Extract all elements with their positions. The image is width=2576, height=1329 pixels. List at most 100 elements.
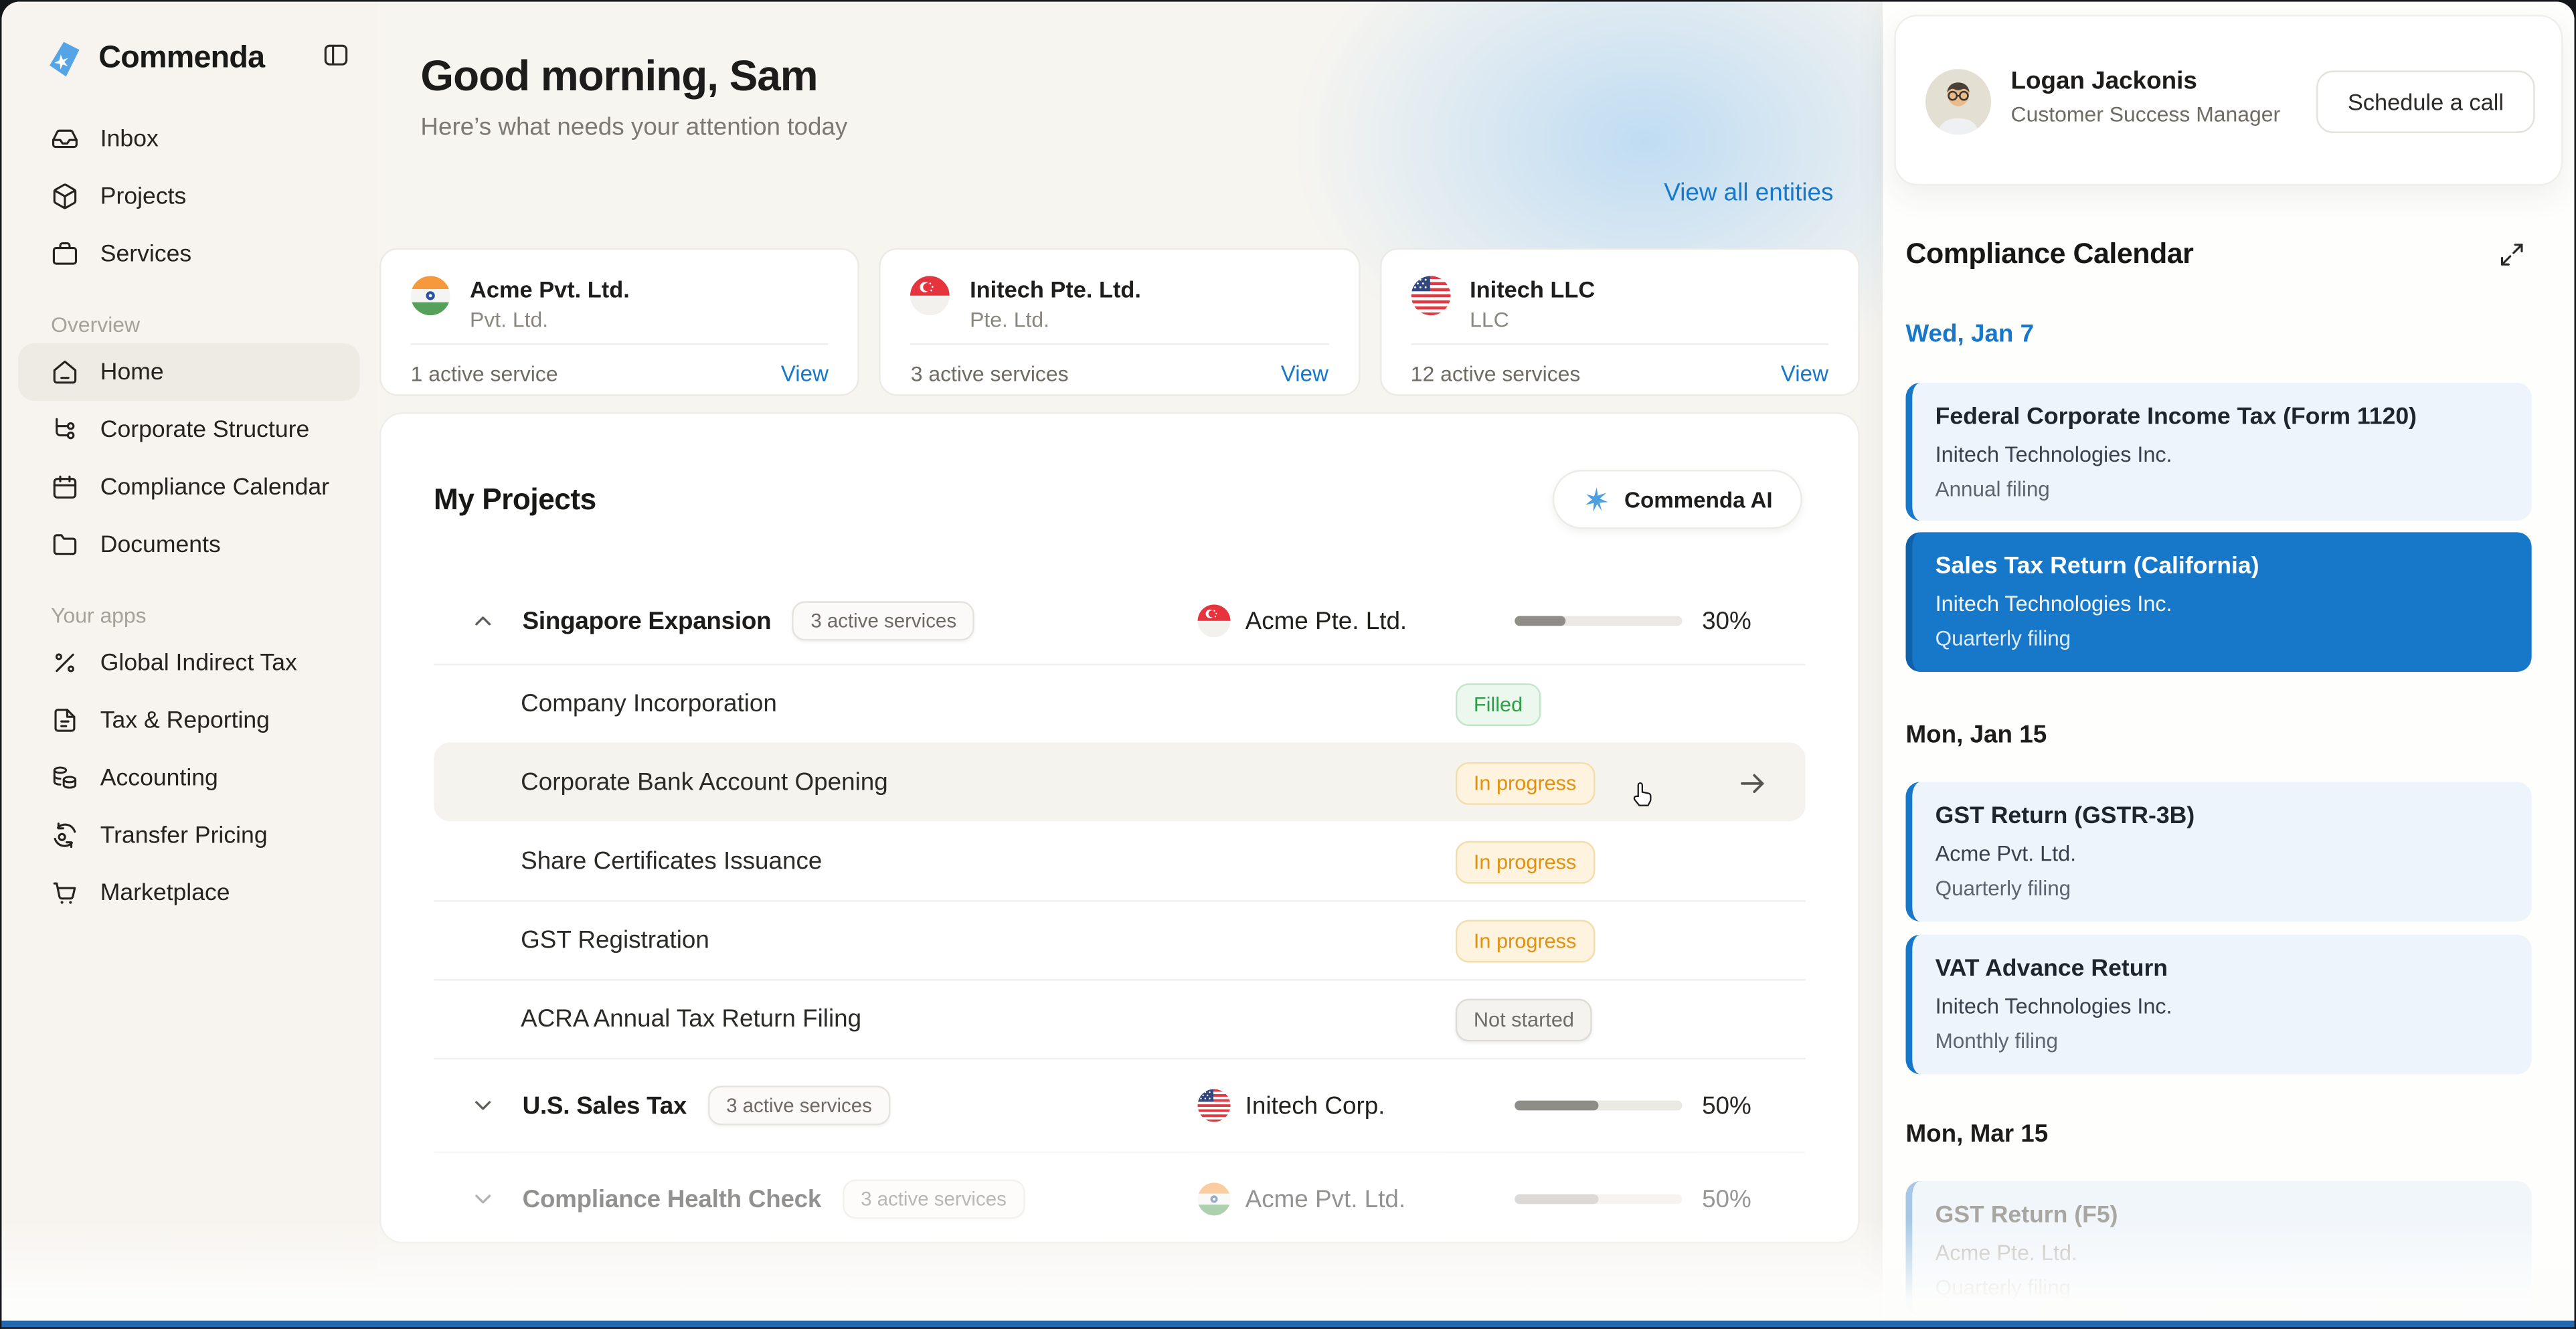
ai-button-label: Commenda AI bbox=[1624, 486, 1773, 512]
task-name: GST Registration bbox=[521, 926, 709, 955]
status-badge: In progress bbox=[1455, 761, 1595, 804]
view-entity-link[interactable]: View bbox=[781, 361, 829, 385]
overview-section-label: Overview bbox=[51, 312, 141, 337]
sidebar-item-compliance-calendar[interactable]: Compliance Calendar bbox=[18, 458, 360, 516]
sidebar-toggle-icon[interactable] bbox=[322, 41, 350, 69]
task-row-company-incorporation[interactable]: Company Incorporation Filled bbox=[434, 663, 1806, 743]
projects-title: My Projects bbox=[434, 482, 596, 516]
filing-title: VAT Advance Return bbox=[1935, 956, 2168, 982]
filing-title: Sales Tax Return (California) bbox=[1935, 553, 2259, 580]
project-entity-name: Initech Corp. bbox=[1245, 1091, 1385, 1120]
india-flag-icon bbox=[411, 276, 450, 315]
us-flag-icon bbox=[1197, 1089, 1230, 1122]
sidebar-item-corporate-structure[interactable]: Corporate Structure bbox=[18, 401, 360, 458]
coins-icon bbox=[53, 766, 77, 789]
calendar-item-sales-tax-return-california[interactable]: Sales Tax Return (California) Initech Te… bbox=[1905, 532, 2532, 672]
entity-type: Pte. Ltd. bbox=[970, 307, 1049, 332]
progress-bar bbox=[1515, 1194, 1683, 1205]
entity-type: Pvt. Ltd. bbox=[470, 307, 549, 332]
sidebar-item-label: Services bbox=[100, 240, 192, 267]
view-all-entities-link[interactable]: View all entities bbox=[1664, 179, 1833, 207]
services-badge: 3 active services bbox=[708, 1085, 890, 1126]
project-group-singapore-expansion[interactable]: Singapore Expansion 3 active services Ac… bbox=[434, 578, 1806, 664]
services-badge: 3 active services bbox=[843, 1179, 1025, 1219]
sidebar-item-label: Home bbox=[100, 359, 164, 385]
progress-percent: 30% bbox=[1702, 607, 1751, 635]
india-flag-icon bbox=[1197, 1182, 1230, 1215]
entity-type: LLC bbox=[1470, 307, 1509, 332]
entity-name: Initech LLC bbox=[1470, 276, 1596, 302]
org-chart-icon bbox=[56, 418, 75, 440]
calendar-item-gst-return-f5[interactable]: GST Return (F5) Acme Pte. Ltd. Quarterly… bbox=[1905, 1180, 2532, 1316]
sidebar-item-home[interactable]: Home bbox=[18, 343, 360, 401]
services-badge: 3 active services bbox=[792, 601, 975, 641]
filing-entity: Acme Pvt. Ltd. bbox=[1935, 840, 2077, 866]
project-group-compliance-health-check[interactable]: Compliance Health Check 3 active service… bbox=[434, 1151, 1806, 1245]
sidebar-item-global-indirect-tax[interactable]: Global Indirect Tax bbox=[18, 634, 360, 692]
progress-percent: 50% bbox=[1702, 1091, 1751, 1120]
singapore-flag-icon bbox=[1197, 604, 1230, 637]
task-row-acra-annual-tax-return-filing[interactable]: ACRA Annual Tax Return Filing Not starte… bbox=[434, 979, 1806, 1058]
progress-bar bbox=[1515, 1100, 1683, 1111]
sidebar-item-services[interactable]: Services bbox=[18, 225, 360, 282]
commenda-ai-button[interactable]: Commenda AI bbox=[1552, 470, 1802, 529]
filing-entity: Initech Technologies Inc. bbox=[1935, 591, 2172, 616]
active-services-count: 1 active service bbox=[410, 360, 558, 385]
expand-icon[interactable] bbox=[2499, 242, 2525, 268]
singapore-flag-icon bbox=[911, 276, 950, 315]
sidebar-item-accounting[interactable]: Accounting bbox=[18, 749, 360, 806]
avatar bbox=[1925, 69, 1992, 135]
entity-name: Acme Pvt. Ltd. bbox=[470, 276, 630, 302]
progress-bar bbox=[1515, 616, 1683, 626]
calendar-item-gst-return-gstr3b[interactable]: GST Return (GSTR-3B) Acme Pvt. Ltd. Quar… bbox=[1905, 782, 2532, 922]
entity-card-initech-pte[interactable]: Initech Pte. Ltd. Pte. Ltd. 3 active ser… bbox=[879, 248, 1360, 396]
page-subtitle: Here’s what needs your attention today bbox=[420, 113, 848, 142]
arrow-right-icon[interactable] bbox=[1737, 766, 1770, 799]
project-group-us-sales-tax[interactable]: U.S. Sales Tax 3 active services Initech… bbox=[434, 1057, 1806, 1152]
project-entity: Acme Pte. Ltd. bbox=[1197, 604, 1407, 637]
right-panel: Logan Jackonis Customer Success Manager … bbox=[1883, 1, 2575, 1329]
apps-nav: Global Indirect Tax Tax & Reporting Acco… bbox=[1, 634, 376, 922]
status-badge: Filled bbox=[1455, 682, 1541, 725]
entity-card-initech-llc[interactable]: Initech LLC LLC 12 active services View bbox=[1379, 248, 1860, 396]
filing-frequency: Annual filing bbox=[1935, 476, 2050, 501]
sidebar-item-documents[interactable]: Documents bbox=[18, 516, 360, 573]
status-badge: In progress bbox=[1455, 919, 1595, 962]
sidebar-item-tax-reporting[interactable]: Tax & Reporting bbox=[18, 691, 360, 749]
logo-text: Commenda bbox=[98, 41, 265, 76]
chevron-down-icon[interactable] bbox=[470, 1092, 496, 1118]
task-row-gst-registration[interactable]: GST Registration In progress bbox=[434, 900, 1806, 979]
sidebar-item-label: Compliance Calendar bbox=[100, 474, 330, 501]
task-row-corporate-bank-account-opening[interactable]: Corporate Bank Account Opening In progre… bbox=[434, 742, 1806, 822]
home-icon bbox=[53, 360, 77, 384]
app-window: Commenda Inbox Projects Services Overvie… bbox=[1, 1, 2575, 1329]
cart-icon bbox=[53, 882, 76, 904]
filing-title: GST Return (GSTR-3B) bbox=[1935, 803, 2195, 830]
project-name: Singapore Expansion bbox=[522, 607, 772, 635]
schedule-call-button[interactable]: Schedule a call bbox=[2316, 70, 2535, 133]
filing-entity: Initech Technologies Inc. bbox=[1935, 994, 2172, 1018]
project-name: U.S. Sales Tax bbox=[522, 1091, 687, 1120]
sidebar-item-marketplace[interactable]: Marketplace bbox=[18, 864, 360, 921]
chevron-up-icon[interactable] bbox=[470, 608, 496, 634]
active-services-count: 3 active services bbox=[910, 360, 1069, 385]
status-badge: In progress bbox=[1455, 840, 1595, 883]
task-name: Corporate Bank Account Opening bbox=[521, 768, 888, 797]
status-badge: Not started bbox=[1455, 998, 1592, 1041]
entity-card-acme-pvt[interactable]: Acme Pvt. Ltd. Pvt. Ltd. 1 active servic… bbox=[379, 248, 860, 396]
sidebar-item-transfer-pricing[interactable]: Transfer Pricing bbox=[18, 806, 360, 864]
filing-entity: Initech Technologies Inc. bbox=[1935, 442, 2172, 467]
sidebar-item-inbox[interactable]: Inbox bbox=[18, 110, 360, 167]
task-row-share-certificates-issuance[interactable]: Share Certificates Issuance In progress bbox=[434, 821, 1806, 900]
view-entity-link[interactable]: View bbox=[1781, 361, 1828, 385]
calendar-item-federal-corporate-income-tax[interactable]: Federal Corporate Income Tax (Form 1120)… bbox=[1905, 382, 2532, 521]
chevron-down-icon[interactable] bbox=[470, 1186, 496, 1212]
mouse-cursor bbox=[1633, 782, 1652, 806]
sidebar-item-projects[interactable]: Projects bbox=[18, 167, 360, 225]
project-entity-name: Acme Pvt. Ltd. bbox=[1245, 1185, 1406, 1213]
view-entity-link[interactable]: View bbox=[1281, 361, 1328, 385]
filing-entity: Acme Pte. Ltd. bbox=[1935, 1240, 2077, 1265]
filing-title: GST Return (F5) bbox=[1935, 1202, 2118, 1229]
calendar-item-vat-advance-return[interactable]: VAT Advance Return Initech Technologies … bbox=[1905, 934, 2532, 1075]
project-name: Compliance Health Check bbox=[522, 1185, 822, 1213]
